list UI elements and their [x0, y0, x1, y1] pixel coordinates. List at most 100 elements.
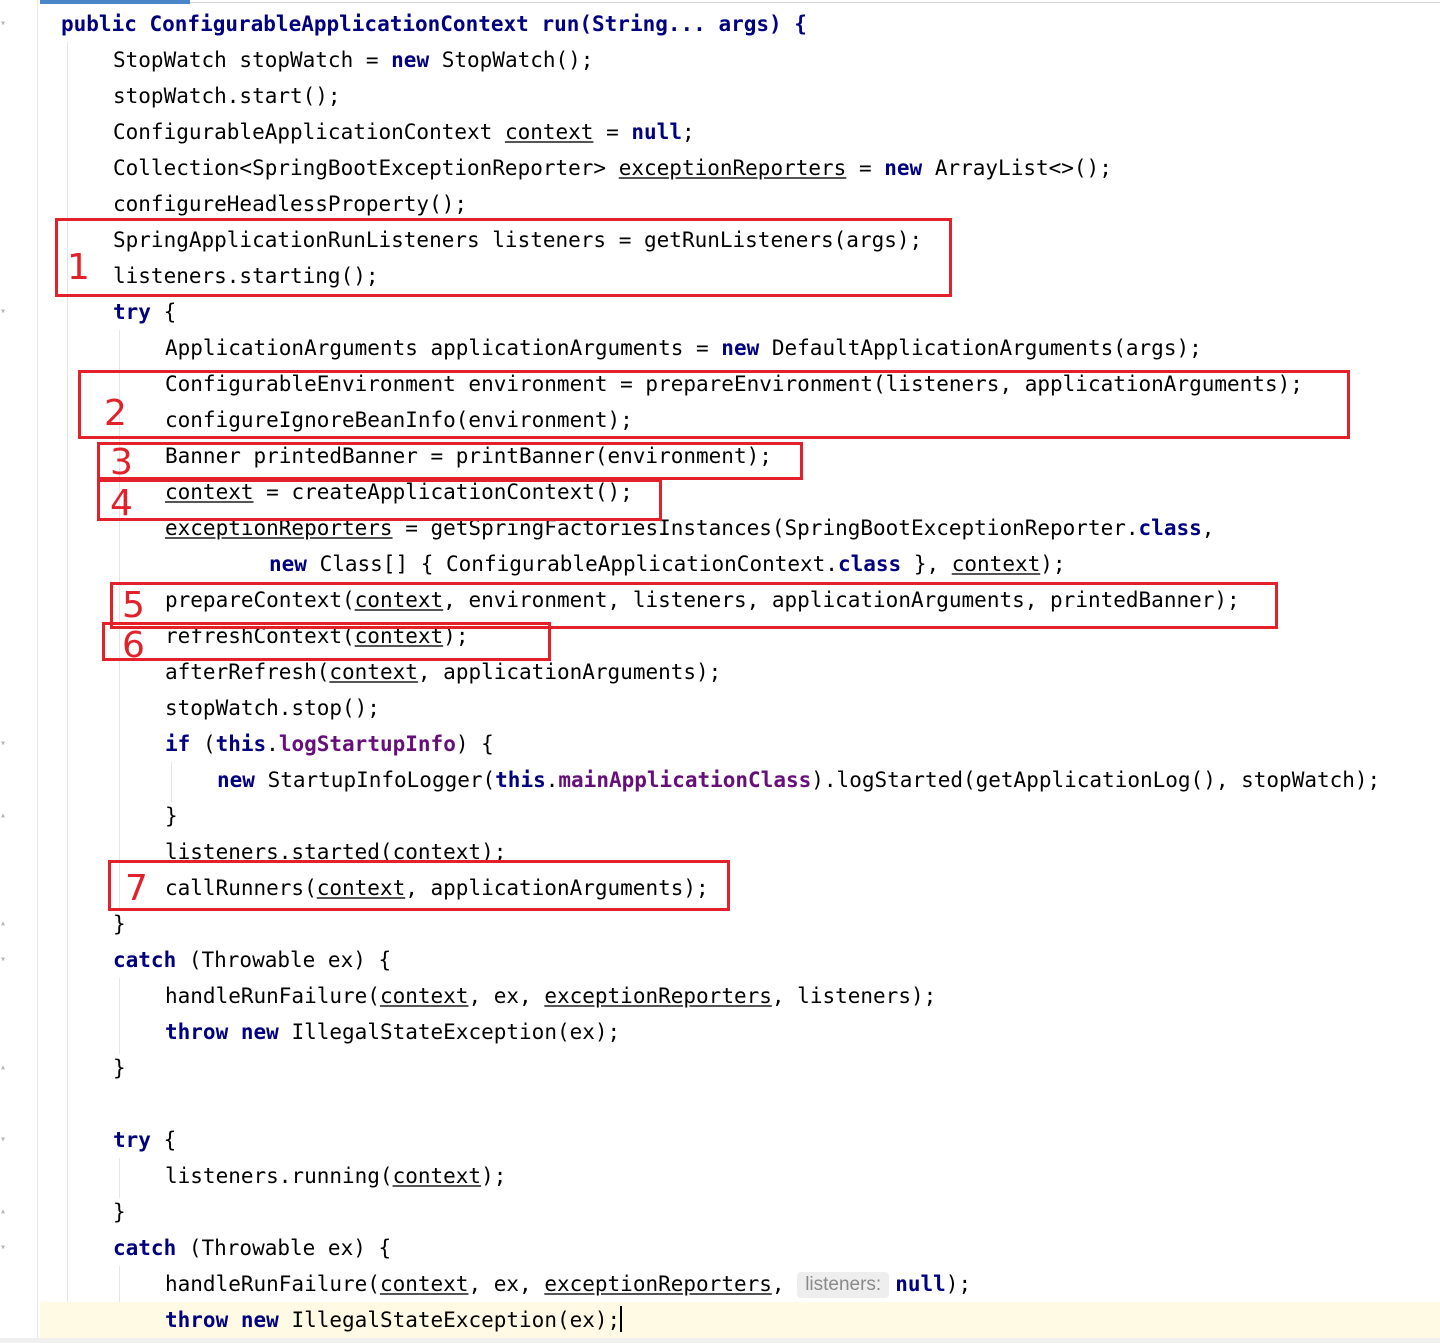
annotation-number: 7: [125, 868, 148, 909]
code-line[interactable]: catch (Throwable ex) {: [113, 942, 391, 978]
keyword-token: new: [884, 156, 923, 180]
code-line[interactable]: listeners.running(context);: [165, 1158, 506, 1194]
annotation-number: 6: [122, 625, 145, 666]
fold-marker-icon[interactable]: ▴: [0, 811, 8, 821]
annotation-box: [102, 622, 551, 661]
code-line[interactable]: Collection<SpringBootExceptionReporter> …: [113, 150, 1112, 186]
code-line[interactable]: try {: [113, 1122, 176, 1158]
code-token: stopWatch.start();: [113, 84, 341, 108]
annotation-number: 4: [110, 483, 133, 524]
fold-marker-icon[interactable]: ▴: [0, 919, 8, 929]
code-line[interactable]: if (this.logStartupInfo) {: [165, 726, 494, 762]
editor-bottom-edge: [0, 1338, 1440, 1343]
code-token: if (this.logStartupInfo) {: [165, 732, 494, 756]
code-line[interactable]: ConfigurableApplicationContext context =…: [113, 114, 695, 150]
code-line[interactable]: stopWatch.stop();: [165, 690, 380, 726]
code-line[interactable]: try {: [113, 294, 176, 330]
code-line[interactable]: StopWatch stopWatch = new StopWatch();: [113, 42, 593, 78]
field-token: mainApplicationClass: [558, 768, 812, 792]
keyword-token: new: [269, 552, 307, 576]
code-line[interactable]: new StartupInfoLogger(this.mainApplicati…: [217, 762, 1380, 798]
keyword-token: this: [215, 732, 267, 756]
code-token: listeners.running(context);: [165, 1164, 507, 1188]
annotation-number: 3: [110, 442, 133, 483]
fold-marker-icon[interactable]: ▾: [0, 19, 8, 29]
code-token: StopWatch stopWatch = new StopWatch();: [113, 48, 594, 72]
fold-marker-icon[interactable]: ▾: [0, 739, 8, 749]
keyword-token: try: [113, 1128, 151, 1152]
code-token: try {: [113, 300, 177, 324]
gutter-divider: [37, 0, 38, 1343]
keyword-token: class: [1138, 516, 1202, 540]
code-token: stopWatch.stop();: [165, 696, 380, 720]
indent-guide: [171, 762, 172, 802]
code-token: configureHeadlessProperty();: [113, 192, 468, 216]
keyword-token: null: [631, 120, 682, 144]
fold-marker-icon[interactable]: ▴: [0, 1207, 8, 1217]
code-line[interactable]: public ConfigurableApplicationContext ru…: [61, 6, 807, 42]
keyword-token: class: [837, 552, 902, 576]
annotation-number: 2: [104, 393, 127, 434]
code-token: new StartupInfoLogger(this.mainApplicati…: [217, 768, 1381, 792]
code-token: throw new IllegalStateException(ex);: [165, 1020, 621, 1044]
keyword-token: new: [391, 48, 430, 72]
fold-marker-icon[interactable]: ▾: [0, 307, 8, 317]
code-token: throw new IllegalStateException(ex);: [165, 1308, 621, 1332]
keyword-token: new: [217, 768, 255, 792]
variable-token: context: [379, 984, 469, 1008]
keyword-token: throw: [165, 1020, 229, 1044]
keyword-token: try: [113, 300, 151, 324]
tab-strip-divider: [190, 2, 1440, 3]
annotation-box: [97, 442, 803, 480]
keyword-token: public: [61, 12, 137, 36]
code-line[interactable]: throw new IllegalStateException(ex);: [165, 1014, 620, 1050]
annotation-box: [78, 370, 1350, 439]
code-token: ApplicationArguments applicationArgument…: [165, 336, 1202, 360]
code-line[interactable]: }: [113, 1194, 126, 1230]
code-token: try {: [113, 1128, 177, 1152]
variable-token: context: [379, 1272, 469, 1296]
fold-marker-icon[interactable]: ▴: [0, 1063, 8, 1073]
code-token: handleRunFailure(context, ex, exceptionR…: [165, 984, 937, 1008]
variable-token: context: [329, 660, 418, 684]
code-line[interactable]: handleRunFailure(context, ex, exceptionR…: [165, 978, 936, 1014]
keyword-token: null: [895, 1272, 946, 1296]
variable-token: exceptionReporters: [544, 984, 772, 1008]
code-line[interactable]: }: [113, 906, 126, 942]
code-token: ConfigurableApplicationContext context =…: [113, 120, 695, 144]
variable-token: context: [951, 552, 1041, 576]
code-line[interactable]: handleRunFailure(context, ex, exceptionR…: [165, 1266, 971, 1302]
keyword-token: if: [165, 732, 191, 756]
code-token: new Class[] { ConfigurableApplicationCon…: [269, 552, 1066, 576]
code-line[interactable]: throw new IllegalStateException(ex);: [165, 1302, 623, 1338]
indent-guide: [119, 978, 120, 1054]
parameter-hint: listeners:: [797, 1272, 890, 1298]
keyword-token: catch: [113, 948, 177, 972]
variable-token: exceptionReporters: [618, 156, 847, 180]
code-line[interactable]: configureHeadlessProperty();: [113, 186, 467, 222]
variable-token: exceptionReporters: [544, 1272, 772, 1296]
fold-marker-icon[interactable]: ▾: [0, 955, 8, 965]
code-line[interactable]: }: [113, 1050, 126, 1086]
code-line[interactable]: stopWatch.start();: [113, 78, 341, 114]
keyword-token: new: [240, 1020, 279, 1044]
code-line[interactable]: catch (Throwable ex) {: [113, 1230, 391, 1266]
code-token: public ConfigurableApplicationContext ru…: [61, 12, 807, 36]
annotation-number: 1: [67, 247, 90, 288]
fold-marker-icon[interactable]: ▾: [0, 1135, 8, 1145]
fold-marker-icon[interactable]: ▾: [0, 1243, 8, 1253]
text-caret: [620, 1306, 623, 1332]
code-line[interactable]: ApplicationArguments applicationArgument…: [165, 330, 1202, 366]
annotation-number: 5: [122, 585, 145, 626]
code-line[interactable]: new Class[] { ConfigurableApplicationCon…: [269, 546, 1066, 582]
keyword-token: new: [721, 336, 760, 360]
variable-token: context: [504, 120, 594, 144]
code-token: }: [113, 1056, 126, 1080]
keyword-token: new: [240, 1308, 279, 1332]
code-token: }: [113, 912, 126, 936]
code-token: catch (Throwable ex) {: [113, 948, 392, 972]
code-line[interactable]: }: [165, 798, 178, 834]
code-token: Collection<SpringBootExceptionReporter> …: [113, 156, 1112, 180]
code-token: afterRefresh(context, applicationArgumen…: [165, 660, 722, 684]
annotation-box: [97, 479, 662, 521]
